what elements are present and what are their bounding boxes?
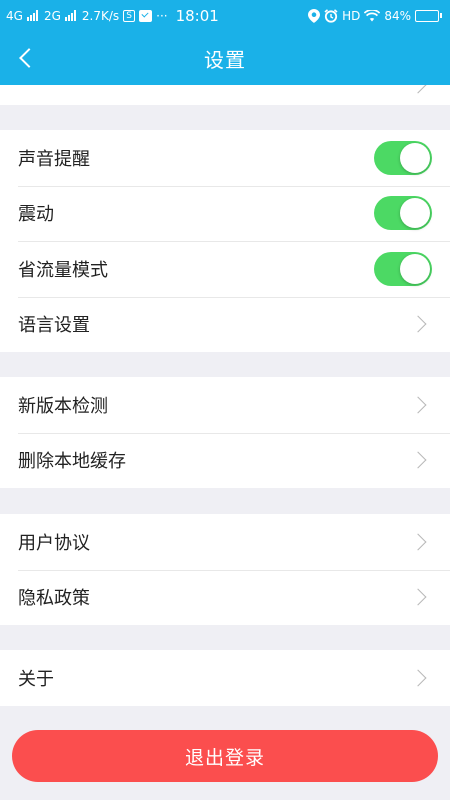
network-type-2: 2G [43, 8, 61, 23]
back-button[interactable] [6, 38, 46, 78]
setting-label: 用户协议 [18, 532, 90, 554]
chevron-right-icon [409, 588, 427, 606]
settings-group-2: 新版本检测 删除本地缓存 [0, 377, 450, 488]
settings-group-4: 关于 [0, 650, 450, 706]
setting-label: 隐私政策 [18, 588, 90, 610]
setting-row-privacy-policy[interactable]: 隐私政策 [0, 569, 450, 626]
setting-row-user-agreement[interactable]: 用户协议 [0, 514, 450, 570]
setting-label: 新版本检测 [18, 395, 108, 417]
wifi-icon [364, 9, 381, 21]
status-bar: 4G 2G 2.7K/s S ··· 18:01 HD 84% [0, 0, 450, 31]
signal-icon [26, 10, 38, 21]
mail-icon [139, 9, 153, 22]
setting-row-about[interactable]: 关于 [0, 650, 450, 706]
setting-row-check-update[interactable]: 新版本检测 [0, 377, 450, 433]
setting-label: 震动 [18, 204, 54, 226]
settings-group-1: 声音提醒 震动 省流量模式 语言设置 [0, 130, 450, 352]
setting-label: 省流量模式 [18, 259, 108, 281]
status-right: HD 84% [308, 8, 442, 23]
battery-icon [415, 9, 442, 22]
chevron-right-icon [409, 85, 427, 94]
alarm-icon [324, 8, 338, 23]
header: 设置 [0, 31, 450, 85]
setting-row-sound[interactable]: 声音提醒 [0, 130, 450, 186]
chevron-right-icon [409, 451, 427, 469]
vibrate-toggle[interactable] [374, 196, 432, 231]
network-type-1: 4G [6, 8, 23, 23]
setting-row-clear-cache[interactable]: 删除本地缓存 [0, 432, 450, 489]
chevron-right-icon [409, 396, 427, 414]
setting-row-data-saver[interactable]: 省流量模式 [0, 241, 450, 297]
chevron-right-icon [409, 669, 427, 687]
status-time: 18:01 [175, 6, 219, 25]
chevron-right-icon [409, 315, 427, 333]
setting-row-language[interactable]: 语言设置 [0, 296, 450, 353]
s-badge-icon: S [123, 9, 136, 22]
scrolled-partial-row [0, 85, 450, 105]
location-icon [308, 8, 321, 23]
hd-indicator: HD [342, 8, 361, 23]
more-indicator: ··· [156, 8, 168, 23]
setting-label: 删除本地缓存 [18, 451, 126, 473]
setting-label: 语言设置 [18, 315, 90, 337]
logout-button[interactable]: 退出登录 [12, 730, 438, 782]
chevron-left-icon [19, 48, 39, 68]
data-saver-toggle[interactable] [374, 251, 432, 286]
settings-group-3: 用户协议 隐私政策 [0, 514, 450, 625]
chevron-right-icon [409, 533, 427, 551]
sound-toggle[interactable] [374, 140, 432, 175]
setting-row-vibrate[interactable]: 震动 [0, 185, 450, 242]
status-left: 4G 2G 2.7K/s S ··· 18:01 [6, 7, 219, 25]
signal-icon [64, 10, 76, 21]
setting-label: 声音提醒 [18, 148, 90, 170]
setting-label: 关于 [18, 668, 54, 690]
page-title: 设置 [204, 47, 246, 72]
network-speed: 2.7K/s [81, 8, 120, 23]
battery-percent: 84% [384, 8, 411, 23]
